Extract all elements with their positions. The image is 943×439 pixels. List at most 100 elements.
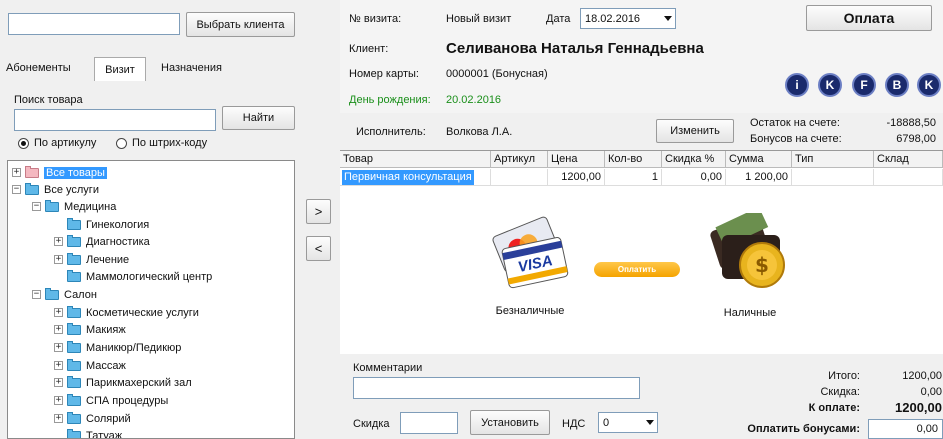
column-header[interactable]: Товар (340, 151, 491, 168)
tree-node-medicine[interactable]: − Медицина (32, 198, 116, 215)
tree-node-tattoo[interactable]: Татуаж (54, 427, 123, 439)
choose-client-button[interactable]: Выбрать клиента (186, 12, 295, 37)
chevron-down-icon[interactable] (660, 10, 675, 27)
column-header[interactable]: Склад (874, 151, 943, 168)
tree-node-hairdresser[interactable]: + Парикмахерский зал (54, 374, 192, 391)
tree-node-treatment[interactable]: + Лечение (54, 251, 129, 268)
vat-value: 0 (603, 416, 610, 429)
radio-unchecked-icon (116, 137, 127, 149)
info-icon[interactable]: i (785, 73, 809, 97)
comment-input[interactable] (353, 377, 640, 399)
expand-icon[interactable]: + (54, 308, 63, 317)
tree-node-makeup[interactable]: + Макияж (54, 321, 126, 338)
folder-icon (67, 358, 81, 371)
tab-visit[interactable]: Визит (94, 57, 146, 81)
tree-node-label: Салон (64, 288, 97, 301)
expand-icon[interactable]: + (54, 343, 63, 352)
folder-icon (67, 375, 81, 388)
executor-label: Исполнитель: (356, 126, 426, 138)
expand-icon[interactable]: + (12, 168, 21, 177)
tree-node-label: Татуаж (86, 429, 123, 439)
tree-node-label: Диагностика (86, 235, 150, 248)
radio-by-barcode[interactable]: По штрих-коду (116, 137, 207, 149)
tree-node-mammology[interactable]: Маммологический центр (54, 268, 212, 285)
folder-icon (67, 428, 81, 438)
selected-cell-text: Первичная консультация (342, 170, 474, 185)
vat-label: НДС (562, 418, 586, 430)
tree-node-manicure[interactable]: + Маникюр/Педикюр (54, 339, 181, 356)
column-header[interactable]: Цена (548, 151, 605, 168)
tree-node-salon[interactable]: − Салон (32, 286, 97, 303)
table-cell (792, 169, 874, 186)
set-discount-button[interactable]: Установить (470, 410, 550, 435)
b-icon[interactable]: B (885, 73, 909, 97)
change-executor-button[interactable]: Изменить (656, 119, 734, 143)
tree-node-gynecology[interactable]: Гинекология (54, 216, 149, 233)
find-button[interactable]: Найти (222, 106, 295, 130)
k2-icon[interactable]: K (917, 73, 941, 97)
pay-bonus-input[interactable]: 0,00 (868, 419, 943, 439)
tree-node-spa[interactable]: + СПА процедуры (54, 392, 168, 409)
column-header[interactable]: Сумма (726, 151, 792, 168)
radio-by-article-label: По артикулу (34, 137, 97, 149)
expand-icon[interactable]: + (54, 396, 63, 405)
comment-label: Комментарии (353, 362, 423, 374)
move-left-button[interactable]: < (306, 236, 331, 261)
radio-by-article[interactable]: По артикулу (18, 137, 96, 149)
bonus-value: 6798,00 (896, 133, 936, 145)
tree-node-cosmetic[interactable]: + Косметические услуги (54, 304, 199, 321)
folder-icon (67, 269, 81, 282)
client-search-input[interactable] (8, 13, 180, 35)
category-tree[interactable]: + Все товары − Все услуги − Медицина Гин… (7, 160, 295, 439)
radio-by-barcode-label: По штрих-коду (132, 137, 208, 149)
tab-assignments[interactable]: Назначения (161, 62, 222, 74)
k-icon[interactable]: K (818, 73, 842, 97)
column-header[interactable]: Артикул (491, 151, 548, 168)
expand-icon[interactable]: + (54, 255, 63, 264)
column-header[interactable]: Скидка % (662, 151, 726, 168)
tree-node-massage[interactable]: + Массаж (54, 357, 126, 374)
tree-node-label: Все услуги (44, 183, 99, 196)
expand-icon[interactable]: + (54, 378, 63, 387)
radio-checked-icon (18, 137, 29, 149)
cash-payment-option[interactable]: $ Наличные (695, 213, 805, 328)
tree-node-label: Косметические услуги (86, 306, 199, 319)
client-name: Селиванова Наталья Геннадьевна (446, 40, 704, 57)
product-search-input[interactable] (14, 109, 216, 131)
tree-node-label: Солярий (86, 412, 131, 425)
chevron-down-icon[interactable] (643, 420, 657, 425)
cashless-payment-option[interactable]: VISA Безналичные (475, 211, 585, 326)
collapse-icon[interactable]: − (12, 185, 21, 194)
pay-pill-button[interactable]: Оплатить (594, 262, 680, 277)
tree-node-all-services[interactable]: − Все услуги (12, 181, 99, 198)
tab-subscriptions[interactable]: Абонементы (6, 62, 71, 74)
f-icon[interactable]: F (852, 73, 876, 97)
column-header[interactable]: Тип (792, 151, 874, 168)
column-header[interactable]: Кол-во (605, 151, 662, 168)
expand-icon[interactable]: + (54, 414, 63, 423)
vat-select[interactable]: 0 (598, 412, 658, 433)
card-number-label: Номер карты: (349, 68, 419, 80)
discount-input[interactable] (400, 412, 458, 434)
pay-button[interactable]: Оплата (806, 5, 932, 31)
collapse-icon[interactable]: − (32, 202, 41, 211)
folder-icon (25, 182, 39, 195)
folder-icon (67, 234, 81, 247)
to-pay-label: К оплате: (808, 402, 860, 414)
tree-node-diagnostics[interactable]: + Диагностика (54, 233, 150, 250)
move-right-button[interactable]: > (306, 199, 331, 224)
folder-icon (67, 340, 81, 353)
executor-value: Волкова Л.А. (446, 126, 513, 138)
date-picker[interactable]: 18.02.2016 (580, 8, 676, 29)
birthday-label: День рождения: (349, 94, 431, 106)
folder-icon (67, 305, 81, 318)
expand-icon[interactable]: + (54, 361, 63, 370)
collapse-icon[interactable]: − (32, 290, 41, 299)
tree-node-all-products[interactable]: + Все товары (12, 164, 107, 181)
to-pay-value: 1200,00 (895, 400, 942, 415)
tree-node-solarium[interactable]: + Солярий (54, 410, 131, 427)
expand-icon[interactable]: + (54, 325, 63, 334)
table-cell (491, 169, 548, 186)
expand-icon[interactable]: + (54, 237, 63, 246)
items-table[interactable]: Товар Артикул Цена Кол-во Скидка % Сумма… (340, 150, 943, 354)
